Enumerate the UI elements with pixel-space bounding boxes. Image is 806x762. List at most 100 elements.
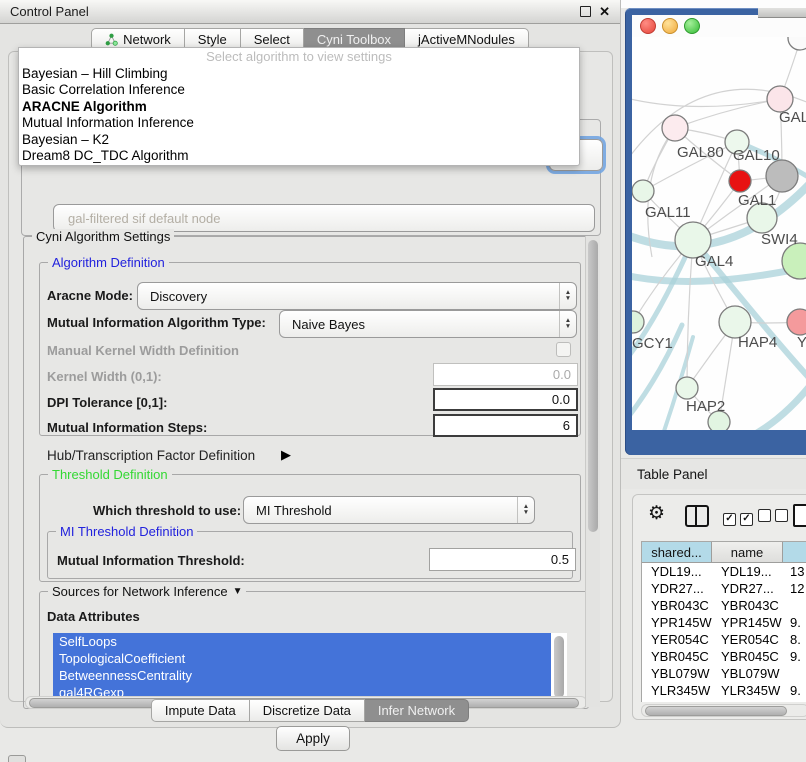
network-edge[interactable] xyxy=(687,240,693,388)
attribute-item-topologicalcoefficient[interactable]: TopologicalCoefficient xyxy=(53,650,551,667)
network-node-label-gal10: GAL10 xyxy=(733,147,780,164)
table-row-ybl079w[interactable]: YBL079WYBL079W xyxy=(642,665,806,682)
minimized-panel-icon[interactable] xyxy=(8,755,26,762)
network-tab-icon xyxy=(105,33,118,46)
algorithm-option-basic-correlation-inference[interactable]: Basic Correlation Inference xyxy=(19,82,579,99)
close-traffic-light[interactable] xyxy=(640,18,656,34)
algorithm-option-dream8-dc-tdc-algorithm[interactable]: Dream8 DC_TDC Algorithm xyxy=(19,148,579,165)
column-header-2[interactable] xyxy=(783,542,806,563)
combo-stepper-icon[interactable]: ▲▼ xyxy=(517,497,534,523)
combo-stepper-icon[interactable]: ▲▼ xyxy=(559,311,576,337)
network-node[interactable] xyxy=(766,160,798,192)
which-threshold-combo[interactable]: MI Threshold ▲▼ xyxy=(243,496,535,524)
table-row-ylr345w[interactable]: YLR345WYLR345W9. xyxy=(642,682,806,699)
file-icon[interactable] xyxy=(793,504,806,527)
network-node-label-swi4: SWI4 xyxy=(761,231,798,248)
network-node-label-hap2: HAP2 xyxy=(686,398,725,415)
attribute-item-betweennesscentrality[interactable]: BetweennessCentrality xyxy=(53,667,551,684)
network-edge[interactable] xyxy=(750,373,806,430)
aracne-mode-value: Discovery xyxy=(138,289,559,304)
table-row-yil052c[interactable]: YIL052CYIL052C9. xyxy=(642,699,806,702)
mi-steps-field[interactable]: 6 xyxy=(433,414,578,437)
tab-label: Cyni Toolbox xyxy=(317,32,391,47)
network-node[interactable] xyxy=(632,180,654,202)
network-node-label-hap4: HAP4 xyxy=(738,334,777,351)
algorithm-option-bayesian-k2[interactable]: Bayesian – K2 xyxy=(19,131,579,148)
network-node-label-gal11: GAL11 xyxy=(645,204,691,221)
network-table-combo[interactable]: gal-filtered sif default node xyxy=(53,204,595,232)
algorithm-option-mutual-information-inference[interactable]: Mutual Information Inference xyxy=(19,115,579,132)
network-node-label-y: Y xyxy=(797,334,806,351)
split-columns-icon[interactable] xyxy=(685,505,709,527)
network-node[interactable] xyxy=(729,170,751,192)
attribute-item-selfloops[interactable]: SelfLoops xyxy=(53,633,551,650)
float-window-icon[interactable] xyxy=(580,6,591,17)
table-cell: 13 xyxy=(783,563,806,580)
combo-stepper-icon[interactable]: ▲▼ xyxy=(559,283,576,309)
mi-type-combo[interactable]: Naive Bayes ▲▼ xyxy=(279,310,577,338)
table-row-ydr27[interactable]: YDR27...YDR27...12 xyxy=(642,580,806,597)
algorithm-dropdown-placeholder: Select algorithm to view settings xyxy=(19,48,579,65)
table-panel-bar: Table Panel xyxy=(621,458,806,489)
network-window-titlebar xyxy=(632,15,806,37)
table-row-ypr145w[interactable]: YPR145WYPR145W9. xyxy=(642,614,806,631)
network-node[interactable] xyxy=(787,309,806,335)
dpi-tolerance-field[interactable]: 0.0 xyxy=(433,388,578,411)
gear-icon[interactable]: ⚙ xyxy=(648,504,665,523)
sources-collapse-icon[interactable]: ▼ xyxy=(233,586,243,597)
which-threshold-label: Which threshold to use: xyxy=(93,503,241,518)
kernel-width-label: Kernel Width (0,1): xyxy=(47,369,162,384)
apply-button[interactable]: Apply xyxy=(276,726,350,751)
manual-kernel-checkbox[interactable] xyxy=(556,342,571,357)
network-node[interactable] xyxy=(788,37,806,50)
column-header-name[interactable]: name xyxy=(712,542,783,563)
table-row-ybr043c[interactable]: YBR043CYBR043C xyxy=(642,597,806,614)
network-node-label-gal1: GAL1 xyxy=(738,192,776,209)
bottom-tab-impute-data[interactable]: Impute Data xyxy=(151,699,250,722)
close-icon[interactable]: ✕ xyxy=(599,5,610,18)
column-header-shared[interactable]: shared... xyxy=(642,542,712,563)
algorithm-option-aracne-algorithm[interactable]: ARACNE Algorithm xyxy=(19,98,579,115)
settings-vscrollbar[interactable] xyxy=(585,236,600,707)
table-cell xyxy=(783,665,806,682)
tab-label: Select xyxy=(254,32,290,47)
table-hscrollbar[interactable] xyxy=(641,704,806,717)
mi-steps-label: Mutual Information Steps: xyxy=(47,420,207,435)
dpi-tolerance-value: 0.0 xyxy=(552,392,570,407)
table-row-yer054c[interactable]: YER054CYER054C8. xyxy=(642,631,806,648)
network-node[interactable] xyxy=(662,115,688,141)
data-attributes-label: Data Attributes xyxy=(47,609,140,624)
table-cell: YBR045C xyxy=(712,648,783,665)
table-cell: YPR145W xyxy=(712,614,783,631)
table-cell: 9. xyxy=(783,648,806,665)
algorithm-option-bayesian-hill-climbing[interactable]: Bayesian – Hill Climbing xyxy=(19,65,579,82)
table-cell: 12 xyxy=(783,580,806,597)
network-node[interactable] xyxy=(632,311,644,333)
network-canvas[interactable]: GAL8GAL80GAL10GAL1GAL11SWI4GAL4GCY1HAP4Y… xyxy=(632,37,806,430)
network-window: GAL8GAL80GAL10GAL1GAL11SWI4GAL4GCY1HAP4Y… xyxy=(625,8,806,455)
apply-button-label: Apply xyxy=(296,731,330,746)
tab-label: Impute Data xyxy=(165,703,236,718)
table-cell: YBR043C xyxy=(712,597,783,614)
network-node[interactable] xyxy=(676,377,698,399)
table-row-ybr045c[interactable]: YBR045CYBR045C9. xyxy=(642,648,806,665)
tab-label: Discretize Data xyxy=(263,703,351,718)
kernel-width-field[interactable]: 0.0 xyxy=(433,363,578,386)
bottom-tab-discretize-data[interactable]: Discretize Data xyxy=(250,699,365,722)
network-edge[interactable] xyxy=(632,97,780,107)
network-window-inner: GAL8GAL80GAL10GAL1GAL11SWI4GAL4GCY1HAP4Y… xyxy=(632,15,806,430)
zoom-traffic-light[interactable] xyxy=(684,18,700,34)
bottom-tab-infer-network[interactable]: Infer Network xyxy=(365,699,469,722)
data-attributes-list[interactable]: SelfLoopsTopologicalCoefficientBetweenne… xyxy=(53,633,567,702)
deselect-all-checkboxes-icon[interactable] xyxy=(758,509,788,525)
mi-threshold-field[interactable]: 0.5 xyxy=(429,548,576,571)
hub-expand-icon[interactable]: ▶ xyxy=(281,447,291,463)
aracne-mode-combo[interactable]: Discovery ▲▼ xyxy=(137,282,577,310)
minimize-traffic-light[interactable] xyxy=(662,18,678,34)
table-row-ydl19[interactable]: YDL19...YDL19...13 xyxy=(642,563,806,580)
attributes-vscrollbar[interactable] xyxy=(554,636,564,698)
table-cell: YBL079W xyxy=(712,665,783,682)
table-cell: YPR145W xyxy=(642,614,712,631)
select-all-checkboxes-icon[interactable]: ✓✓ xyxy=(723,509,753,526)
table-cell: YDL19... xyxy=(712,563,783,580)
